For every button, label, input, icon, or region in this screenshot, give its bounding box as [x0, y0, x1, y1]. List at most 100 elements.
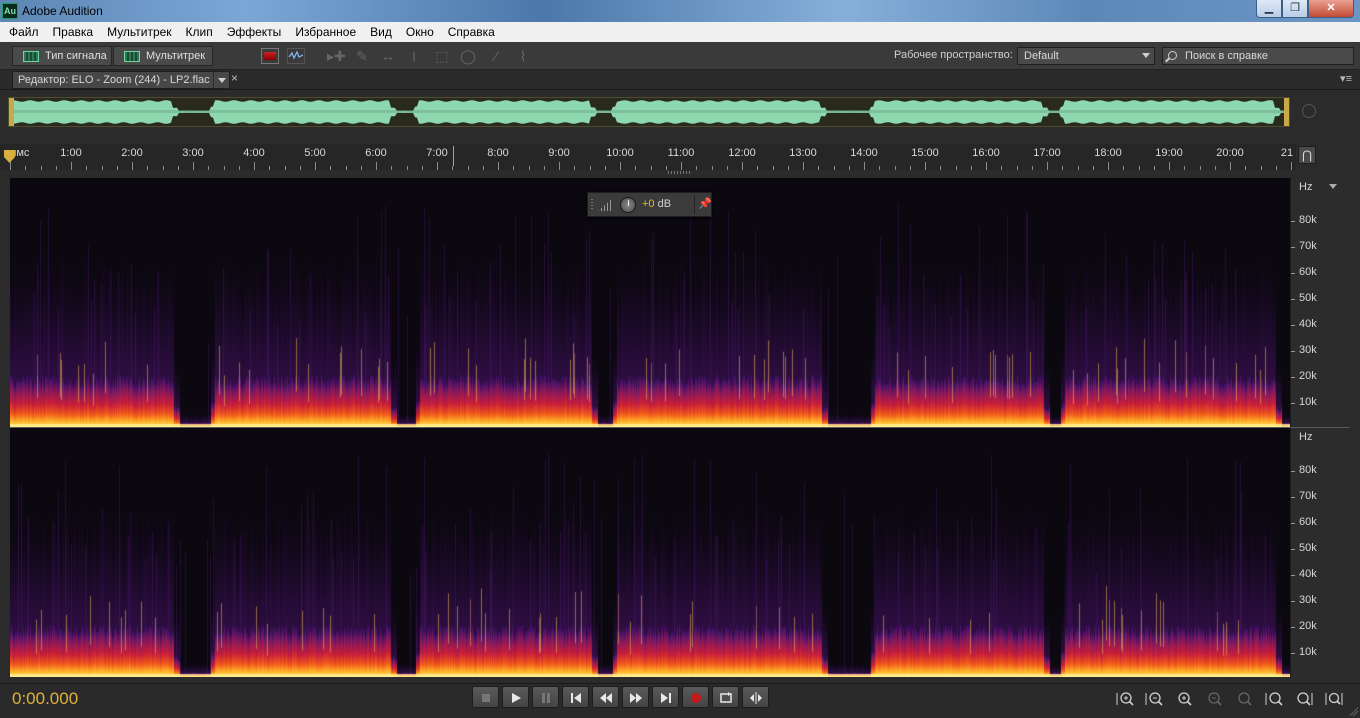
tab-close-icon[interactable]: × — [231, 71, 238, 85]
marquee-tool-icon[interactable]: ⬚ — [433, 48, 451, 64]
ruler-tick — [635, 166, 637, 170]
frequency-tick — [1291, 549, 1295, 550]
time-selection-tool-icon[interactable]: I — [405, 48, 423, 64]
pin-icon[interactable]: 📌 — [698, 197, 712, 210]
close-icon[interactable]: ✕ — [1308, 0, 1354, 18]
waveform-overview[interactable] — [8, 97, 1290, 127]
slip-tool-icon[interactable]: ↔ — [379, 48, 397, 64]
ruler-label: 17:00 — [1033, 147, 1061, 159]
ruler-tick — [925, 162, 926, 170]
time-ruler[interactable]: чмс 1:00 2:00 3:00 4:00 5:00 6:00 7:00 8:00 9:00… — [0, 144, 1296, 170]
ruler-tick — [1245, 166, 1247, 170]
ruler-tick — [116, 166, 118, 170]
fast-forward-icon[interactable] — [622, 686, 649, 708]
ruler-tick — [482, 166, 484, 170]
menu-edit[interactable]: Правка — [46, 22, 101, 42]
ruler-tick — [1260, 166, 1262, 170]
menu-window[interactable]: Окно — [399, 22, 441, 42]
chevron-down-icon[interactable] — [213, 72, 229, 88]
workspace-select[interactable]: Default — [1017, 47, 1155, 65]
menu-help[interactable]: Справка — [441, 22, 502, 42]
panel-menu-icon[interactable]: ▾≡ — [1340, 72, 1352, 85]
ruler-tick — [1275, 166, 1277, 170]
zoom-in-end-icon[interactable] — [1294, 690, 1314, 708]
pause-icon[interactable] — [532, 686, 559, 708]
menu-view[interactable]: Вид — [363, 22, 399, 42]
resize-grip[interactable] — [668, 171, 692, 174]
ruler-tick — [559, 162, 560, 170]
playhead-marker-icon[interactable] — [4, 150, 15, 164]
volume-readout[interactable]: +0 dB — [642, 198, 671, 210]
minimize-icon[interactable]: ▁ — [1256, 0, 1282, 18]
menu-clip[interactable]: Клип — [179, 22, 220, 42]
frequency-tick — [1291, 273, 1295, 274]
chevron-down-icon[interactable] — [1329, 184, 1337, 189]
zoom-full-icon[interactable] — [1234, 690, 1254, 708]
loop-icon[interactable] — [712, 686, 739, 708]
ruler-tick — [513, 166, 515, 170]
ruler-label: 1:00 — [60, 147, 82, 159]
ruler-tick — [681, 162, 682, 170]
ruler-tick — [1184, 166, 1186, 170]
editor-tab[interactable]: Редактор: ELO - Zoom (244) - LP2.flac — [12, 71, 230, 89]
zoom-in-time-icon[interactable] — [1174, 690, 1194, 708]
zoom-navigator-icon[interactable] — [1302, 104, 1316, 118]
waveform-view-button[interactable]: Тип сигнала — [12, 46, 112, 66]
skip-selection-icon[interactable] — [742, 686, 769, 708]
paintbrush-tool-icon[interactable]: ⁄ — [487, 48, 505, 64]
zoom-out-amplitude-icon[interactable] — [1144, 690, 1164, 708]
move-tool-icon[interactable]: ▸✚ — [327, 48, 346, 64]
stop-icon[interactable] — [472, 686, 499, 708]
zoom-out-time-icon[interactable] — [1204, 690, 1224, 708]
go-to-start-icon[interactable] — [562, 686, 589, 708]
rewind-icon[interactable] — [592, 686, 619, 708]
spectrogram-channel-right[interactable] — [10, 428, 1290, 677]
editor-tab-bar: Редактор: ELO - Zoom (244) - LP2.flac — [0, 70, 1360, 90]
menu-favorites[interactable]: Избранное — [288, 22, 363, 42]
ruler-tick — [299, 166, 301, 170]
menu-multitrack[interactable]: Мультитрек — [100, 22, 178, 42]
frequency-label: 60k — [1299, 266, 1317, 278]
ruler-label: 3:00 — [182, 147, 204, 159]
lasso-tool-icon[interactable]: ◯ — [459, 48, 477, 64]
ruler-label: 8:00 — [487, 147, 509, 159]
ruler-tick — [71, 162, 72, 170]
frequency-unit-label: Hz — [1299, 181, 1313, 193]
volume-knob[interactable] — [620, 197, 636, 213]
editor-tab-title: Редактор: ELO - Zoom (244) - LP2.flac — [18, 74, 210, 86]
amplitude-hud[interactable]: +0 dB 📌 — [587, 192, 712, 217]
go-to-end-icon[interactable] — [652, 686, 679, 708]
record-icon[interactable] — [682, 686, 709, 708]
zoom-in-start-icon[interactable] — [1264, 690, 1284, 708]
play-icon[interactable] — [502, 686, 529, 708]
maximize-icon[interactable]: ❐ — [1282, 0, 1308, 18]
ruler-tick — [604, 166, 606, 170]
frequency-tick — [1291, 299, 1295, 300]
current-time[interactable]: 0:00.000 — [12, 689, 78, 709]
help-search-input[interactable]: Поиск в справке — [1162, 47, 1354, 65]
hud-grip[interactable] — [591, 199, 593, 211]
ruler-tick — [1199, 166, 1201, 170]
ruler-tick — [223, 166, 225, 170]
menu-effects[interactable]: Эффекты — [220, 22, 289, 42]
zoom-selection-icon[interactable] — [1324, 690, 1344, 708]
ruler-tick — [742, 162, 743, 170]
razor-tool-icon[interactable]: ✎ — [353, 48, 371, 64]
ruler-tick — [1092, 166, 1094, 170]
ruler-tick — [376, 162, 377, 170]
ruler-tick — [665, 166, 667, 170]
frequency-tick — [1291, 497, 1295, 498]
zoom-in-amplitude-icon[interactable] — [1115, 690, 1135, 708]
spectral-frequency-display-icon[interactable] — [261, 48, 279, 64]
ruler-tick — [147, 166, 149, 170]
spot-healing-tool-icon[interactable]: ⌇ — [514, 48, 532, 64]
frequency-label: 50k — [1299, 292, 1317, 304]
multitrack-view-button[interactable]: Мультитрек — [113, 46, 213, 66]
spectral-pitch-display-icon[interactable] — [287, 48, 305, 64]
ruler-tick — [986, 162, 987, 170]
menu-file[interactable]: Файл — [2, 22, 46, 42]
window-resize-grip[interactable] — [1348, 706, 1358, 716]
magnet-icon[interactable]: ⋂ — [1298, 146, 1316, 164]
ruler-tick — [543, 166, 545, 170]
frequency-tick — [1291, 627, 1295, 628]
